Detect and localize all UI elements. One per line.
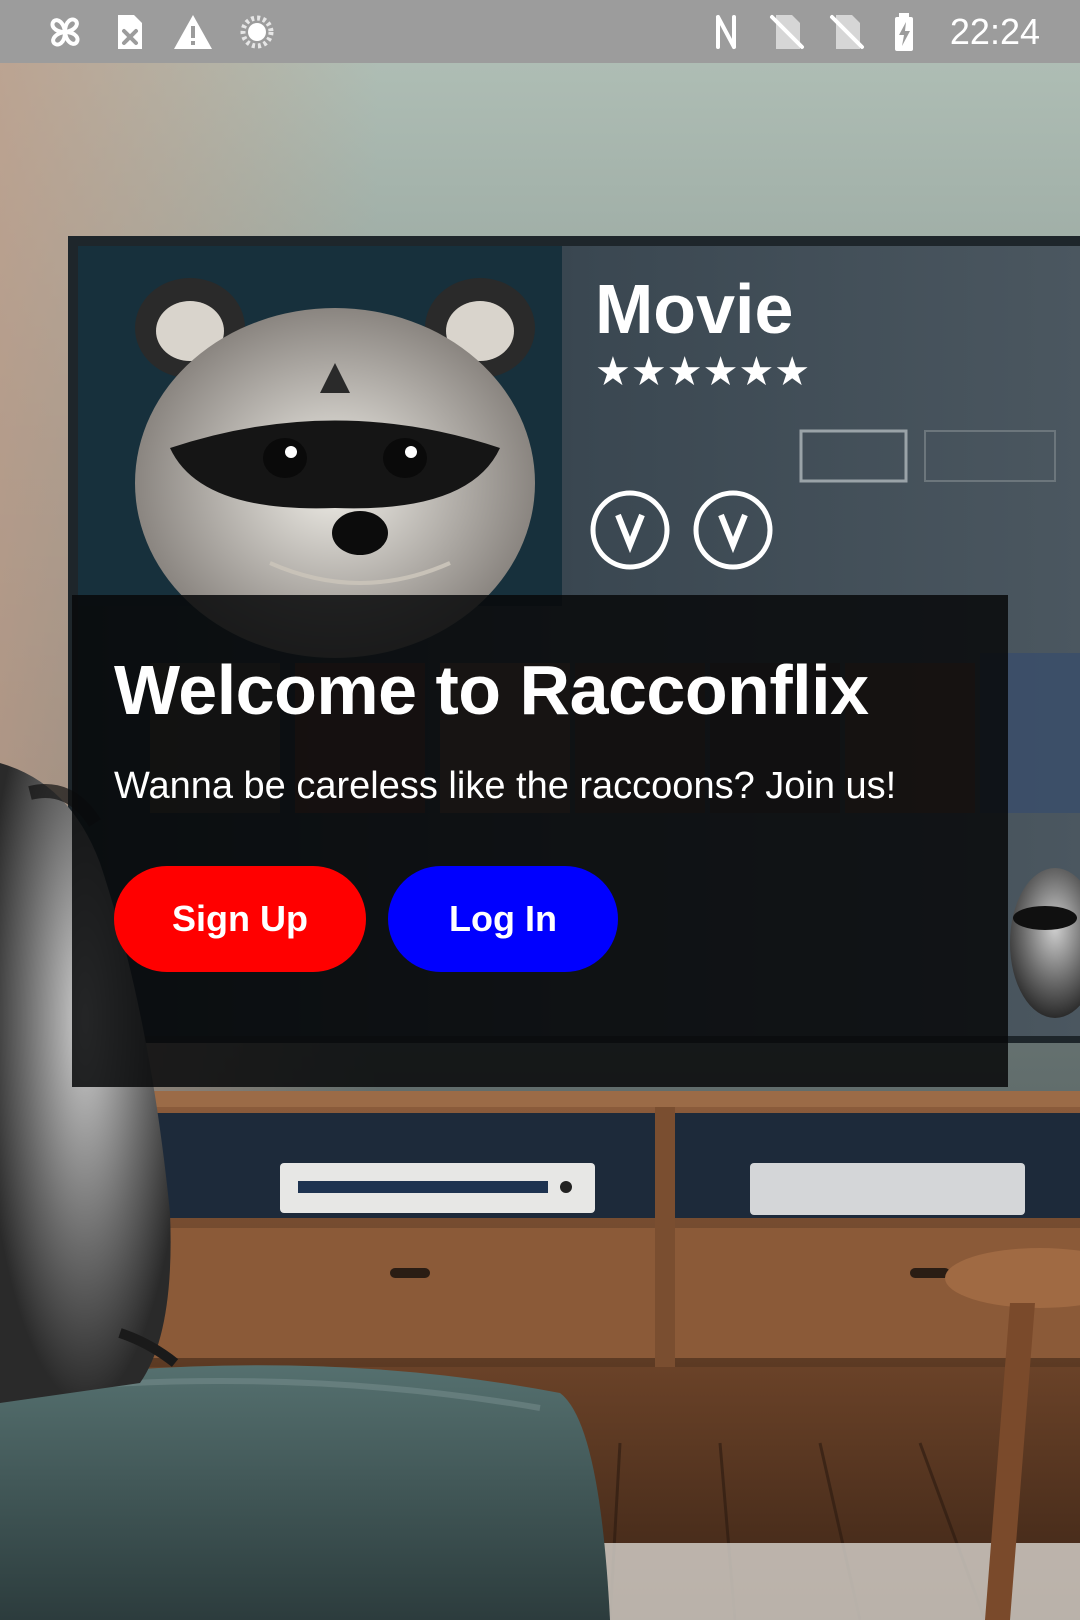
svg-text:★★★★★★: ★★★★★★ xyxy=(595,349,810,395)
welcome-title: Welcome to Racconflix xyxy=(114,651,869,729)
status-right-icons: 22:24 xyxy=(706,11,1040,53)
loading-circle-icon xyxy=(240,15,274,48)
sim-error-icon xyxy=(118,14,142,49)
status-left-icons xyxy=(44,11,278,53)
welcome-subtitle: Wanna be careless like the raccoons? Joi… xyxy=(114,765,897,807)
no-sim-icon xyxy=(769,14,804,49)
warning-icon xyxy=(174,14,212,49)
status-time: 22:24 xyxy=(949,10,1040,52)
sign-up-button[interactable]: Sign Up xyxy=(114,866,366,972)
auth-button-row: Sign Up Log In xyxy=(114,866,966,972)
nfc-icon xyxy=(715,14,736,49)
log-in-button[interactable]: Log In xyxy=(388,866,618,972)
svg-text:Movie: Movie xyxy=(595,270,793,348)
pinwheel-icon xyxy=(50,17,80,46)
no-sim-icon xyxy=(829,14,864,49)
battery-charging-icon xyxy=(894,12,913,51)
status-bar: 22:24 xyxy=(0,0,1080,63)
welcome-card: Welcome to Racconflix Wanna be careless … xyxy=(72,595,1008,1087)
